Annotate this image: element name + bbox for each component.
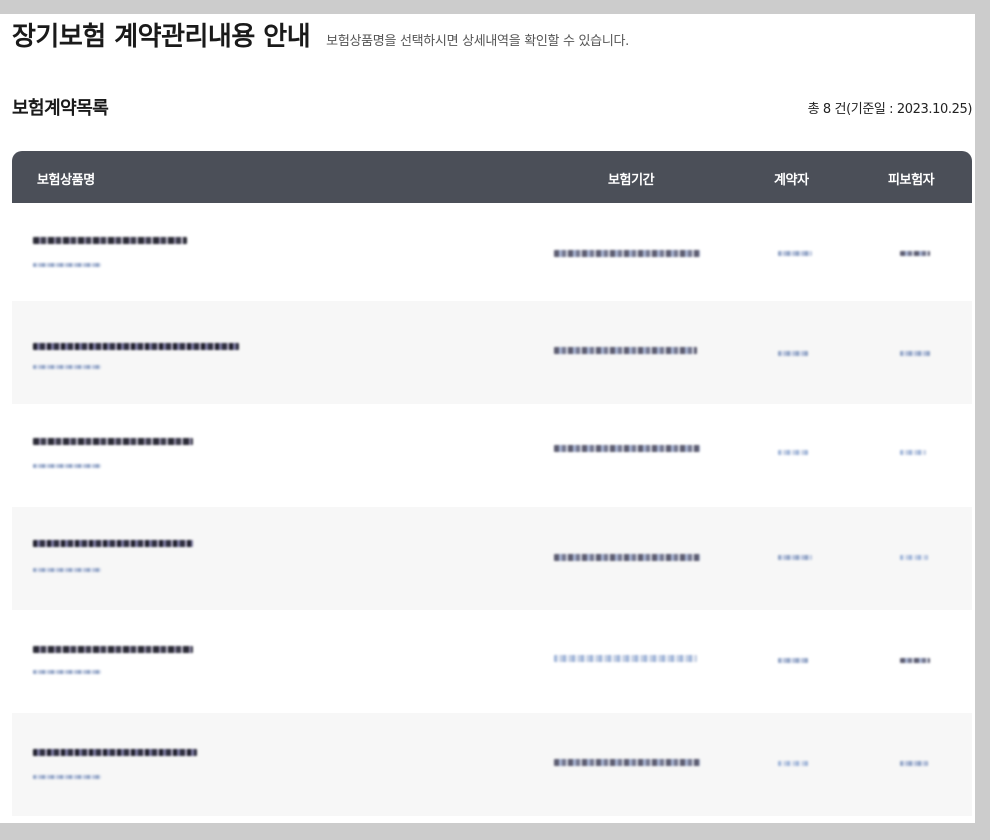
table-row[interactable] [12, 203, 972, 301]
page-title: 장기보험 계약관리내용 안내 [12, 22, 311, 52]
policyholder-name [778, 761, 808, 766]
product-code [33, 775, 101, 779]
section-title: 보험계약목록 [12, 98, 109, 119]
table-row[interactable] [12, 507, 972, 610]
contract-table: 보험상품명 보험기간 계약자 피보험자 [12, 151, 972, 816]
column-header-period: 보험기간 [608, 173, 655, 188]
insurance-period [554, 759, 700, 766]
page-container: 장기보험 계약관리내용 안내 보험상품명을 선택하시면 상세내역을 확인할 수 … [0, 14, 975, 823]
policyholder-name [778, 251, 812, 256]
product-name-link[interactable] [33, 540, 193, 547]
page-description: 보험상품명을 선택하시면 상세내역을 확인할 수 있습니다. [326, 34, 629, 49]
product-name-link[interactable] [33, 438, 193, 445]
insured-name [900, 658, 930, 663]
table-row[interactable] [12, 610, 972, 713]
product-code [33, 263, 101, 267]
column-header-insured: 피보험자 [888, 173, 935, 188]
product-code [33, 365, 101, 369]
insured-name [900, 761, 928, 766]
table-header: 보험상품명 보험기간 계약자 피보험자 [12, 151, 972, 203]
product-code [33, 670, 101, 674]
insurance-period [554, 445, 700, 452]
policyholder-name [778, 555, 812, 560]
product-name-link[interactable] [33, 646, 193, 653]
policyholder-name [778, 450, 808, 455]
policyholder-name [778, 658, 808, 663]
insurance-period [554, 655, 697, 662]
product-code [33, 464, 101, 468]
insurance-period [554, 250, 700, 257]
column-header-product-name: 보험상품명 [37, 173, 95, 188]
insurance-period [554, 554, 700, 561]
insured-name [900, 555, 928, 560]
product-name-link[interactable] [33, 343, 239, 350]
insured-name [900, 251, 930, 256]
insured-name [900, 450, 926, 455]
policyholder-name [778, 351, 808, 356]
table-row[interactable] [12, 404, 972, 507]
product-name-link[interactable] [33, 749, 197, 756]
product-name-link[interactable] [33, 237, 187, 244]
table-row[interactable] [12, 713, 972, 816]
table-row[interactable] [12, 301, 972, 404]
insurance-period [554, 347, 697, 354]
contract-count-summary: 총 8 건(기준일 : 2023.10.25) [807, 102, 973, 117]
column-header-policyholder: 계약자 [774, 173, 809, 188]
title-row: 장기보험 계약관리내용 안내 보험상품명을 선택하시면 상세내역을 확인할 수 … [12, 16, 629, 56]
insured-name [900, 351, 930, 356]
product-code [33, 568, 101, 572]
